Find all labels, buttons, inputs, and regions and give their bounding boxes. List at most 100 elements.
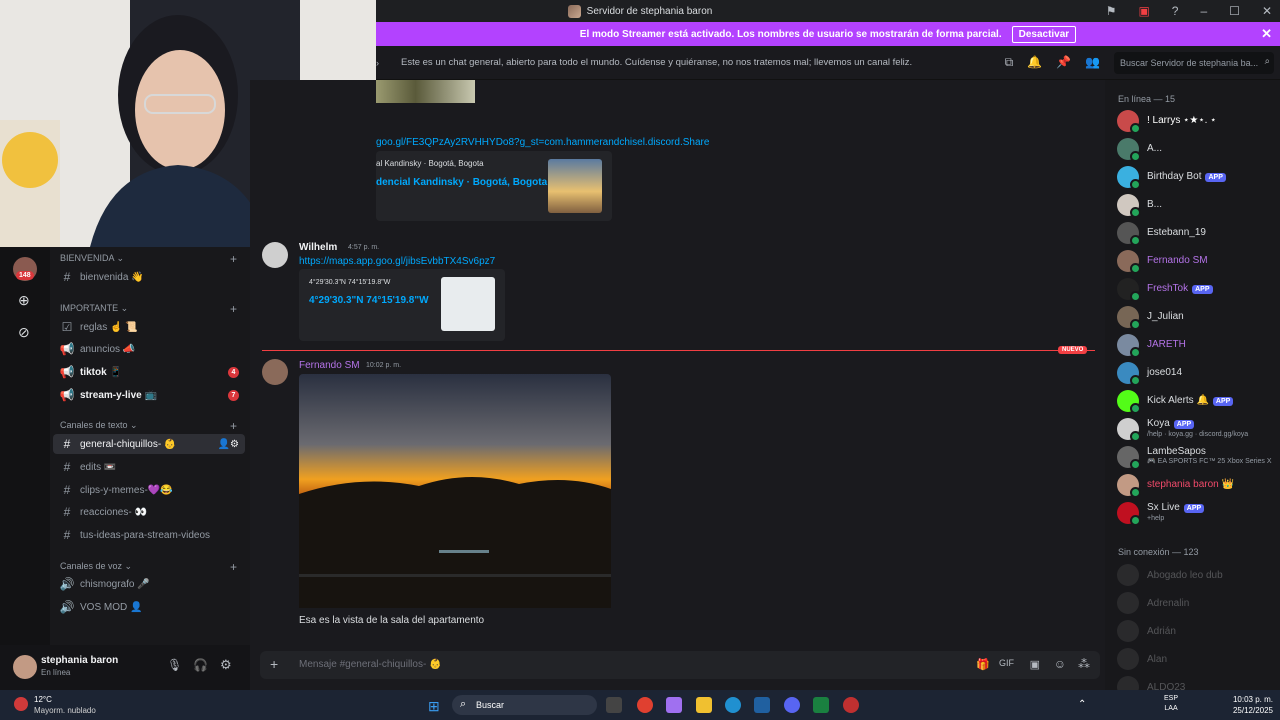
avatar[interactable] xyxy=(1117,474,1141,498)
avatar[interactable] xyxy=(13,655,37,679)
avatar[interactable] xyxy=(1117,620,1139,642)
language-indicator[interactable]: ESP LAA xyxy=(1164,694,1178,714)
channel-topic[interactable]: Este es un chat general, abierto para to… xyxy=(401,57,912,68)
member-row[interactable]: Kick Alerts 🔔 APP xyxy=(1117,389,1277,414)
member-row[interactable]: B... xyxy=(1117,193,1277,218)
windows-start-icon[interactable]: ⊞ xyxy=(428,698,440,715)
channel-tiktok[interactable]: 📢 tiktok 📱 4 xyxy=(53,362,245,382)
category-canales-de-texto[interactable]: Canales de texto ⌄ + xyxy=(60,419,237,433)
member-row[interactable]: Estebann_19 xyxy=(1117,221,1277,246)
bell-icon[interactable]: 🔔 xyxy=(1027,55,1042,70)
member-row[interactable]: ! Larrys ⋆★⋆. ⋆ xyxy=(1117,109,1277,134)
member-row-offline[interactable]: Adrenalin xyxy=(1117,591,1277,615)
clock[interactable]: 10:03 p. m. 25/12/2025 xyxy=(1228,694,1273,716)
channel-reacciones[interactable]: # reacciones- 👀 xyxy=(53,502,245,522)
image-thumbnail[interactable] xyxy=(376,80,475,103)
channel-reglas[interactable]: ☑ reglas ☝️ 📜 xyxy=(53,317,245,337)
embed-thumbnail[interactable] xyxy=(548,159,602,213)
excel-icon[interactable] xyxy=(813,697,829,713)
avatar[interactable] xyxy=(1117,390,1141,414)
avatar[interactable] xyxy=(1117,110,1141,134)
channel-anuncios[interactable]: 📢 anuncios 📣 xyxy=(53,339,245,359)
channel-stream-y-live[interactable]: 📢 stream-y-live 📺 7 xyxy=(53,385,245,405)
member-row-offline[interactable]: Alan xyxy=(1117,647,1277,671)
search-input[interactable]: Buscar Servidor de stephania ba... xyxy=(1114,52,1274,74)
member-row[interactable]: JARETH xyxy=(1117,333,1277,358)
avatar[interactable] xyxy=(1117,278,1141,302)
channel-chismografo[interactable]: 🔊 chismografo 🎤 xyxy=(53,574,245,594)
member-row[interactable]: FreshTok APP xyxy=(1117,277,1277,302)
channel-bienvenida[interactable]: # bienvenida 👋 xyxy=(53,267,245,287)
avatar[interactable] xyxy=(1117,306,1141,330)
minimize-button[interactable]: – xyxy=(1200,4,1207,18)
taskview-icon[interactable] xyxy=(606,697,622,713)
member-row[interactable]: LambeSapos 🎮 EA SPORTS FC™ 25 Xbox Series… xyxy=(1117,445,1277,470)
maximize-button[interactable]: ☐ xyxy=(1229,4,1240,18)
member-row[interactable]: J_Julian xyxy=(1117,305,1277,330)
avatar[interactable] xyxy=(1117,418,1141,442)
weather-temp[interactable]: 12°C xyxy=(34,695,52,704)
avatar[interactable] xyxy=(262,359,288,385)
avatar[interactable] xyxy=(1117,592,1139,614)
user-name[interactable]: stephania baron xyxy=(41,655,118,666)
category-canales-de-voz[interactable]: Canales de voz ⌄ + xyxy=(60,560,237,574)
weather-icon[interactable] xyxy=(14,697,28,711)
embed-title[interactable]: 4°29'30.3"N 74°15'19.8"W xyxy=(309,295,429,306)
headphones-icon[interactable]: 🎧 xyxy=(193,658,208,672)
avatar[interactable] xyxy=(1117,564,1139,586)
category-bienvenida[interactable]: BIENVENIDA ⌄ + xyxy=(60,252,237,266)
help-icon[interactable]: ? xyxy=(1172,4,1179,18)
chevron-up-icon[interactable]: ⌃ xyxy=(1078,699,1086,710)
avatar[interactable] xyxy=(1117,648,1139,670)
member-row[interactable]: Fernando SM xyxy=(1117,249,1277,274)
avatar[interactable] xyxy=(1117,334,1141,358)
channel-edits[interactable]: # edits 📼 xyxy=(53,457,245,477)
avatar[interactable] xyxy=(1117,446,1141,470)
sunset-photo[interactable] xyxy=(299,374,611,608)
disable-streamer-button[interactable]: Desactivar xyxy=(1011,25,1077,43)
member-row[interactable]: stephania baron 👑 xyxy=(1117,473,1277,498)
taskbar-search[interactable]: ⌕ Buscar xyxy=(452,695,597,715)
channel-clips-y-memes[interactable]: # clips-y-memes-💜😂 xyxy=(53,480,245,500)
member-row-offline[interactable]: Adrián xyxy=(1117,619,1277,643)
message-link[interactable]: goo.gl/FE3QPzAy2RVHHYDo8?g_st=com.hammer… xyxy=(376,137,709,148)
member-row-offline[interactable]: Abogado leo dub xyxy=(1117,563,1277,587)
copilot-icon[interactable] xyxy=(666,697,682,713)
avatar[interactable] xyxy=(1117,362,1141,386)
microphone-icon[interactable]: 🎙 xyxy=(167,658,182,672)
avatar[interactable] xyxy=(1117,676,1139,690)
edge-icon[interactable] xyxy=(725,697,741,713)
avatar[interactable] xyxy=(262,242,288,268)
close-window-button[interactable]: ✕ xyxy=(1262,4,1272,18)
add-attachment-icon[interactable]: + xyxy=(270,656,278,672)
add-server-icon[interactable]: ⊕ xyxy=(18,292,30,309)
app-icon[interactable] xyxy=(843,697,859,713)
member-row[interactable]: Sx Live APP +help xyxy=(1117,501,1277,526)
store-icon[interactable] xyxy=(754,697,770,713)
chrome-icon[interactable] xyxy=(637,697,653,713)
add-channel-icon[interactable]: + xyxy=(230,560,237,574)
invite-and-settings-icons[interactable]: 👤⚙ xyxy=(218,439,239,450)
message-link[interactable]: https://maps.app.goo.gl/jibsEvbbTX4Sv6pz… xyxy=(299,256,495,267)
map-thumbnail[interactable] xyxy=(441,277,495,331)
pin-icon[interactable]: 📌 xyxy=(1056,55,1071,70)
file-explorer-icon[interactable] xyxy=(696,697,712,713)
member-row[interactable]: Koya APP/help · koya.gg · discord.gg/koya xyxy=(1117,417,1277,442)
apps-icon[interactable]: ⁂ xyxy=(1078,657,1090,671)
embed-title[interactable]: dencial Kandinsky · Bogotá, Bogota xyxy=(376,177,547,188)
category-importante[interactable]: IMPORTANTE ⌄ + xyxy=(60,302,237,316)
threads-icon[interactable]: ⧉ xyxy=(1005,55,1014,70)
gift-icon[interactable]: 🎁 xyxy=(976,658,990,671)
members-icon[interactable]: 👥 xyxy=(1085,55,1100,70)
avatar[interactable] xyxy=(1117,166,1141,190)
member-row-offline[interactable]: ALDO23 xyxy=(1117,675,1277,690)
message-author[interactable]: Wilhelm xyxy=(299,242,337,253)
avatar[interactable] xyxy=(1117,250,1141,274)
channel-tus-ideas[interactable]: # tus-ideas-para-stream-videos xyxy=(53,525,245,545)
add-channel-icon[interactable]: + xyxy=(230,419,237,433)
member-row[interactable]: jose014 xyxy=(1117,361,1277,386)
add-channel-icon[interactable]: + xyxy=(230,252,237,266)
message-author[interactable]: Fernando SM xyxy=(299,360,360,371)
message-composer[interactable]: + Mensaje #general-chiquillos- 👶 🎁 GIF ▣… xyxy=(260,651,1100,679)
channel-vos-mod[interactable]: 🔊 VOS MOD 👤 xyxy=(53,597,245,617)
